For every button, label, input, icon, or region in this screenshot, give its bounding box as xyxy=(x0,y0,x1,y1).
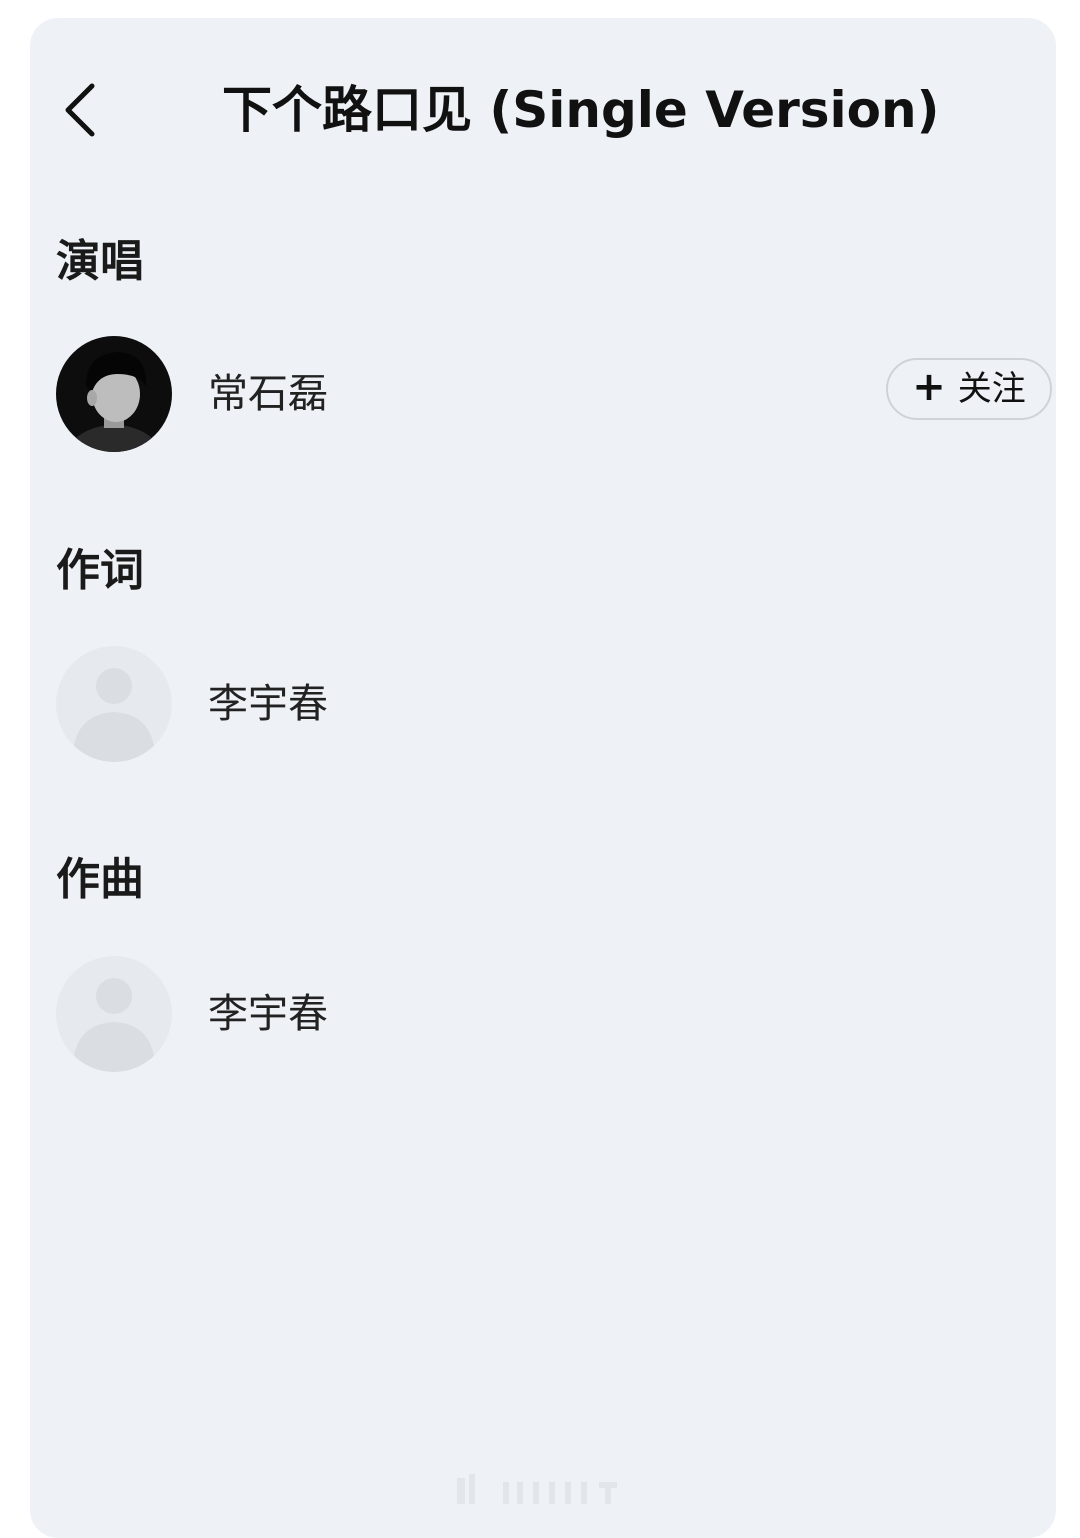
avatar[interactable] xyxy=(56,956,172,1072)
page-title: 下个路口见 (Single Version) xyxy=(222,81,940,139)
default-avatar-icon xyxy=(56,956,172,1072)
chevron-left-icon xyxy=(65,83,95,137)
default-avatar-icon xyxy=(56,646,172,762)
person-name: 常石磊 xyxy=(208,371,328,417)
person-name: 李宇春 xyxy=(208,681,328,727)
avatar[interactable] xyxy=(56,336,172,452)
page-background xyxy=(30,18,1056,1538)
person-name: 李宇春 xyxy=(208,991,328,1037)
plus-icon: + xyxy=(912,364,946,410)
top-nav-bar: 下个路口见 (Single Version) xyxy=(0,0,1080,190)
back-button[interactable] xyxy=(56,78,108,142)
avatar[interactable] xyxy=(56,646,172,762)
person-row-lyricist[interactable]: 李宇春 xyxy=(56,646,1056,764)
section-title-composer: 作曲 xyxy=(56,854,144,905)
follow-button[interactable]: + 关注 xyxy=(886,358,1052,420)
person-row-vocals[interactable]: 常石磊 + 关注 xyxy=(56,336,1056,454)
section-title-lyricist: 作词 xyxy=(56,545,144,596)
follow-label: 关注 xyxy=(957,369,1026,409)
section-title-vocals: 演唱 xyxy=(56,236,144,287)
artist-avatar-photo xyxy=(56,336,172,452)
watermark xyxy=(455,1472,635,1508)
person-row-composer[interactable]: 李宇春 xyxy=(56,956,1056,1074)
